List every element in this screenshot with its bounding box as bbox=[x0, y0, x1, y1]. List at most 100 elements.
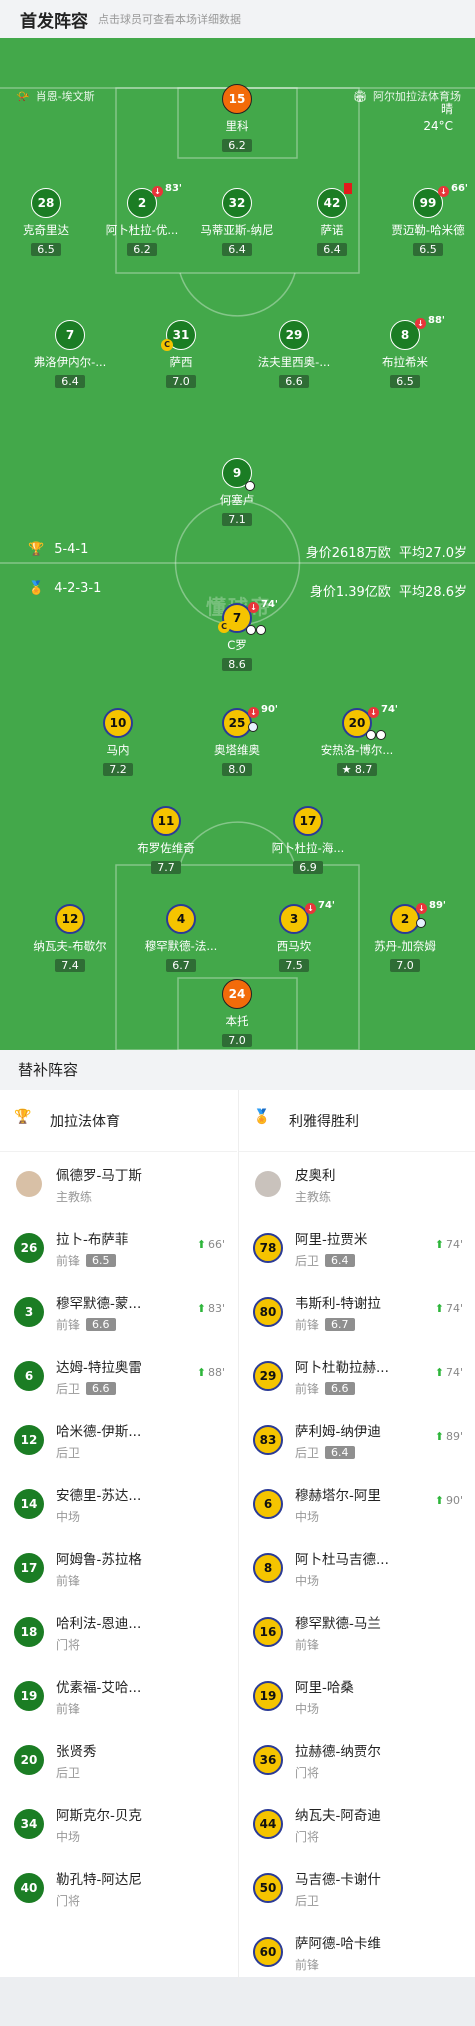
player-info: 优素福-艾哈... 前锋 bbox=[56, 1676, 141, 1717]
sub-player-row[interactable]: 20 张贤秀 后卫 bbox=[0, 1728, 237, 1792]
player-name: 纳瓦夫-阿奇迪 bbox=[295, 1807, 381, 1824]
sub-player-row[interactable]: 6 达姆-特拉奥雷 后卫 6.6 ⬆ 88' bbox=[0, 1344, 237, 1408]
player-number: 8 ↓ 88' bbox=[390, 315, 445, 350]
home-formation: 🏆 5-4-1 bbox=[28, 542, 89, 557]
player-name: 法夫里西奥-... bbox=[257, 355, 331, 369]
player-rating: 6.4 bbox=[317, 243, 347, 256]
player-info: 萨利姆-纳伊迪 后卫 6.4 bbox=[295, 1420, 381, 1461]
player-info: 纳瓦夫-阿奇迪 门将 bbox=[295, 1804, 381, 1845]
player-position: 后卫 bbox=[56, 1444, 141, 1461]
player-info: 哈利法-恩迪... 门将 bbox=[56, 1612, 141, 1653]
player[interactable]: 17 阿卜杜拉-海... 6.9 bbox=[253, 806, 363, 875]
player-info: 马吉德-卡谢什 后卫 bbox=[295, 1868, 381, 1909]
sub-on-icon: ⬆ bbox=[196, 1238, 206, 1251]
pitch: 📯肖恩-埃文斯 🏟阿尔加拉法体育场 晴 24°C 懂球帝 🏆5-4-1 身价26… bbox=[0, 38, 475, 1050]
sub-player-row[interactable]: 83 萨利姆-纳伊迪 后卫 6.4 ⬆ 89' bbox=[239, 1408, 475, 1472]
player-info: 穆罕默德-蒙... 前锋 6.6 bbox=[56, 1292, 141, 1333]
player-name: 布罗佐维奇 bbox=[137, 841, 195, 855]
stadium-icon: 🏟 bbox=[353, 89, 367, 103]
player-name: 穆罕默德-法... bbox=[144, 939, 218, 953]
sub-player-row[interactable]: 80 韦斯利-特谢拉 前锋 6.7 ⬆ 74' bbox=[239, 1280, 475, 1344]
sub-player-row[interactable]: 44 纳瓦夫-阿奇迪 门将 bbox=[239, 1792, 475, 1856]
sub-player-row[interactable]: 17 阿姆鲁-苏拉格 前锋 bbox=[0, 1536, 237, 1600]
sub-player-row[interactable]: 19 优素福-艾哈... 前锋 bbox=[0, 1664, 237, 1728]
player-name: 阿里-哈桑 bbox=[295, 1679, 354, 1696]
player-number: 29 bbox=[253, 1361, 283, 1391]
player-position: 中场 bbox=[295, 1572, 389, 1589]
sub-player-row[interactable]: 6 穆赫塔尔-阿里 中场 ⬆ 90' bbox=[239, 1472, 475, 1536]
sub-player-row[interactable]: 50 马吉德-卡谢什 后卫 bbox=[239, 1856, 475, 1920]
player-number: 7 ↓ 74' C bbox=[218, 599, 278, 635]
player[interactable]: 12 纳瓦夫-布歇尔 7.4 bbox=[15, 904, 125, 973]
sub-player-row[interactable]: 16 穆罕默德-马兰 前锋 bbox=[239, 1600, 475, 1664]
player[interactable]: 11 布罗佐维奇 7.7 bbox=[111, 806, 221, 875]
sub-off-icon: ↓ bbox=[416, 903, 427, 914]
player[interactable]: 24 本托 7.0 bbox=[182, 979, 292, 1048]
sub-off-icon: ↓ bbox=[152, 186, 163, 197]
player-position: 前锋 6.6 bbox=[295, 1380, 389, 1397]
player-info: 阿里-哈桑 中场 bbox=[295, 1676, 354, 1717]
player[interactable]: 29 法夫里西奥-... 6.6 bbox=[239, 320, 349, 389]
home-team-header[interactable]: 🏆 加拉法体育 bbox=[0, 1090, 237, 1152]
sub-player-row[interactable]: 8 阿卜杜马吉德... 中场 bbox=[239, 1536, 475, 1600]
sub-player-row[interactable]: 12 哈米德-伊斯... 后卫 bbox=[0, 1408, 237, 1472]
sub-player-row[interactable]: 3 穆罕默德-蒙... 前锋 6.6 ⬆ 83' bbox=[0, 1280, 237, 1344]
player-name: C罗 bbox=[227, 638, 247, 652]
player-rating: 6.5 bbox=[86, 1253, 116, 1267]
sub-player-row[interactable]: 29 阿卜杜勒拉赫... 前锋 6.6 ⬆ 74' bbox=[239, 1344, 475, 1408]
sub-player-row[interactable]: 14 安德里-苏达... 中场 bbox=[0, 1472, 237, 1536]
player[interactable]: 3 ↓ 74' 西马坎 7.5 bbox=[239, 900, 349, 973]
sub-player-row[interactable]: 26 拉卜-布萨菲 前锋 6.5 ⬆ 66' bbox=[0, 1216, 237, 1280]
player-name: 马蒂亚斯-纳尼 bbox=[200, 223, 274, 237]
player[interactable]: 99 ↓ 66' 贾迈勒-哈米德 6.5 bbox=[373, 183, 475, 257]
player-info: 萨阿德-哈卡维 前锋 bbox=[295, 1932, 381, 1973]
sub-player-row[interactable]: 34 阿斯克尔-贝克 中场 bbox=[0, 1792, 237, 1856]
position-label: 前锋 bbox=[295, 1637, 320, 1652]
away-formation: 🏅 4-2-3-1 bbox=[28, 581, 102, 596]
sub-time: 88' bbox=[428, 315, 445, 326]
player-number: 8 bbox=[253, 1553, 283, 1583]
sub-player-row[interactable]: 19 阿里-哈桑 中场 bbox=[239, 1664, 475, 1728]
sub-player-row[interactable]: 36 拉赫德-纳贾尔 门将 bbox=[239, 1728, 475, 1792]
player-name: 何塞卢 bbox=[219, 493, 255, 507]
player-number: 83 bbox=[253, 1425, 283, 1455]
player[interactable]: 10 马内 7.2 bbox=[63, 708, 173, 777]
player[interactable]: 42 萨诺 6.4 bbox=[277, 183, 387, 257]
player[interactable]: 15 里科 6.2 bbox=[182, 84, 292, 153]
away-coach-row[interactable]: 皮奥利 主教练 bbox=[239, 1152, 475, 1216]
player-position: 前锋 bbox=[56, 1572, 142, 1589]
away-team-header[interactable]: 🏅 利雅得胜利 bbox=[239, 1090, 475, 1152]
sub-player-row[interactable]: 40 勒孔特-阿达尼 门将 bbox=[0, 1856, 237, 1920]
player-position: 后卫 6.4 bbox=[295, 1444, 381, 1461]
player[interactable]: 28 克奇里达 6.5 bbox=[0, 188, 101, 257]
player[interactable]: 7 ↓ 74' C C罗 8.6 bbox=[182, 599, 292, 672]
sub-player-row[interactable]: 18 哈利法-恩迪... 门将 bbox=[0, 1600, 237, 1664]
sub-player-row[interactable]: 60 萨阿德-哈卡维 前锋 bbox=[239, 1920, 475, 1984]
player-info: 阿里-拉贾米 后卫 6.4 bbox=[295, 1228, 367, 1269]
player-number: 78 bbox=[253, 1233, 283, 1263]
player-position: 前锋 bbox=[295, 1956, 381, 1973]
player[interactable]: 20 ↓ 74' 安热洛-博尔... ★ 8.7 bbox=[302, 704, 412, 777]
player[interactable]: 2 ↓ 83' 阿卜杜拉-优... 6.2 bbox=[87, 183, 197, 257]
player[interactable]: 25 ↓ 90' 奥塔维奥 8.0 bbox=[182, 704, 292, 777]
player[interactable]: 7 弗洛伊内尔-... 6.4 bbox=[15, 320, 125, 389]
player-number: 12 bbox=[55, 904, 85, 934]
player[interactable]: 2 ↓ 89' 苏丹-加奈姆 7.0 bbox=[350, 900, 460, 973]
away-value: 身价1.39亿欧 平均28.6岁 bbox=[309, 585, 467, 600]
sub-time: 74' bbox=[445, 1238, 463, 1251]
player[interactable]: 32 马蒂亚斯-纳尼 6.4 bbox=[182, 188, 292, 257]
player-info: 阿斯克尔-贝克 中场 bbox=[56, 1804, 142, 1845]
home-coach-row[interactable]: 佩德罗-马丁斯 主教练 bbox=[0, 1152, 237, 1216]
sub-player-row[interactable]: 78 阿里-拉贾米 后卫 6.4 ⬆ 74' bbox=[239, 1216, 475, 1280]
player[interactable]: 31 C 萨西 7.0 bbox=[126, 320, 236, 389]
position-label: 前锋 bbox=[295, 1317, 320, 1332]
player-number: 44 bbox=[253, 1809, 283, 1839]
player-rating: 6.5 bbox=[31, 243, 61, 256]
player[interactable]: 8 ↓ 88' 布拉希米 6.5 bbox=[350, 315, 460, 389]
player[interactable]: 9 何塞卢 7.1 bbox=[182, 458, 292, 527]
player-number: 17 bbox=[293, 806, 323, 836]
player-rating: 6.7 bbox=[166, 959, 196, 972]
sub-off-icon: ↓ bbox=[415, 318, 426, 329]
player[interactable]: 4 穆罕默德-法... 6.7 bbox=[126, 904, 236, 973]
player-position: 后卫 6.4 bbox=[295, 1252, 367, 1269]
